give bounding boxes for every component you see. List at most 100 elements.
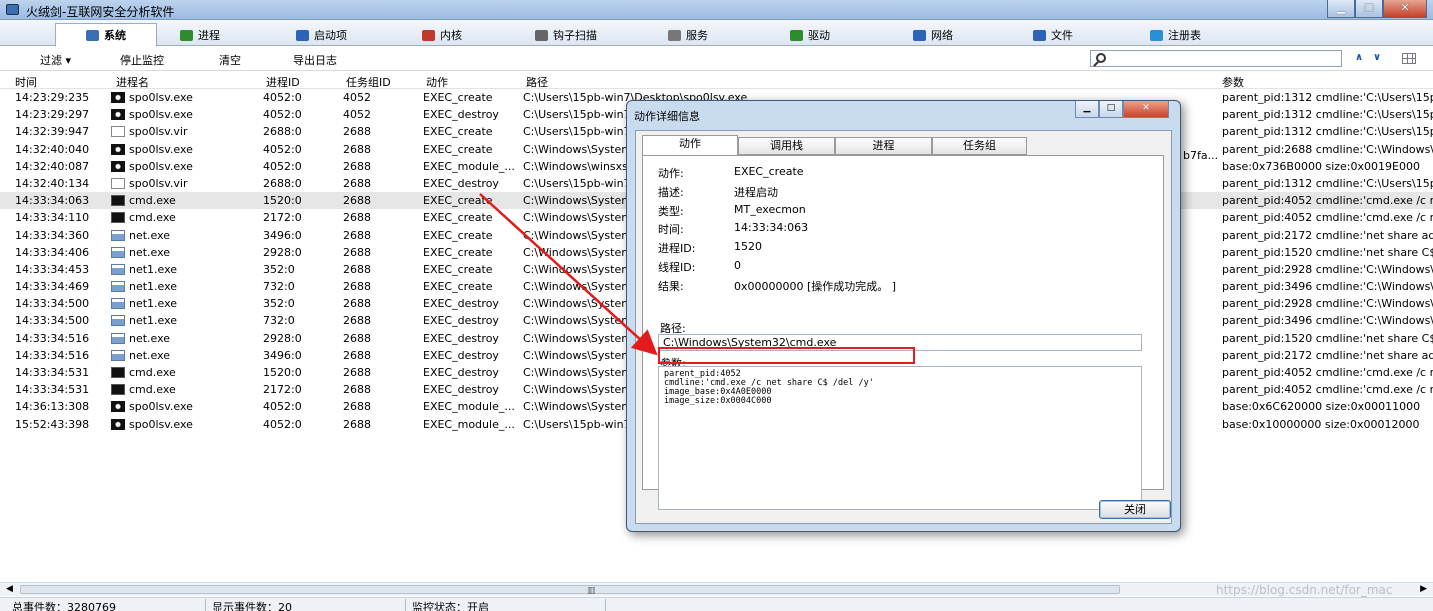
cell-process-name: spo0lsv.vir bbox=[129, 125, 188, 139]
cell-time: 14:23:29:297 bbox=[15, 108, 90, 122]
cell-action: EXEC_create bbox=[423, 211, 493, 225]
column-header-action[interactable]: 动作 bbox=[426, 74, 448, 90]
cell-action: EXEC_create bbox=[423, 142, 493, 156]
cell-time: 14:33:34:406 bbox=[15, 245, 90, 259]
cell-group-id: 2688 bbox=[343, 211, 371, 225]
cell-params: parent_pid:4052 cmdline:'cmd.exe /c net … bbox=[1222, 383, 1433, 397]
cell-group-id: 2688 bbox=[343, 280, 371, 294]
column-header-path[interactable]: 路径 bbox=[526, 74, 548, 90]
cell-action: EXEC_create bbox=[423, 280, 493, 294]
dialog-tab[interactable]: 进程 bbox=[835, 137, 932, 155]
dialog-tab[interactable]: 任务组 bbox=[932, 137, 1027, 155]
tab-startup[interactable]: 启动项 bbox=[296, 24, 347, 46]
search-prev-button[interactable]: ∧ bbox=[1355, 52, 1363, 63]
cell-time: 14:33:34:453 bbox=[15, 262, 90, 276]
tab-driver[interactable]: 驱动 bbox=[790, 24, 830, 46]
scroll-grip-icon: ▥ bbox=[587, 586, 596, 596]
field-value: 进程启动 bbox=[734, 185, 778, 199]
cell-process-name: cmd.exe bbox=[129, 211, 176, 225]
dialog-close-button[interactable]: 关闭 bbox=[1099, 500, 1171, 519]
tab-file[interactable]: 文件 bbox=[1033, 24, 1073, 46]
clear-button[interactable]: 清空 bbox=[219, 52, 241, 68]
cell-pid: 4052:0 bbox=[263, 142, 302, 156]
cell-process-name: spo0lsv.exe bbox=[129, 400, 193, 414]
cmd-icon bbox=[111, 212, 125, 224]
column-header-params[interactable]: 参数 bbox=[1222, 74, 1244, 90]
cell-action: EXEC_module_... bbox=[423, 159, 515, 173]
cell-action: EXEC_destroy bbox=[423, 176, 499, 190]
console-app-icon bbox=[111, 349, 125, 361]
panda-virus-icon bbox=[111, 160, 125, 172]
filter-dropdown[interactable]: 过滤 ▾ bbox=[40, 52, 71, 68]
column-header-time[interactable]: 时间 bbox=[15, 74, 37, 90]
dialog-minimize-button[interactable]: ▁ bbox=[1075, 101, 1099, 118]
cell-group-id: 2688 bbox=[343, 194, 371, 208]
status-separator bbox=[205, 599, 206, 611]
scroll-thumb[interactable]: ▥ bbox=[20, 585, 1120, 596]
toolbar: 过滤 ▾ 停止监控 清空 导出日志 ∧ ∨ bbox=[0, 47, 1433, 71]
tab-registry[interactable]: 注册表 bbox=[1150, 24, 1201, 46]
cell-process-name: cmd.exe bbox=[129, 194, 176, 208]
maximize-button[interactable]: □ bbox=[1355, 0, 1383, 18]
params-textarea[interactable]: parent_pid:4052 cmdline:'cmd.exe /c net s… bbox=[658, 366, 1142, 510]
dialog-tab[interactable]: 调用栈 bbox=[738, 137, 835, 155]
cell-process-name: net1.exe bbox=[129, 280, 178, 294]
cell-params: parent_pid:1312 cmdline:'C:\Users\15pb-w… bbox=[1222, 108, 1433, 122]
tab-monitor[interactable]: 系统 bbox=[55, 23, 157, 47]
cell-action: EXEC_destroy bbox=[423, 331, 499, 345]
cell-time: 14:33:34:516 bbox=[15, 348, 90, 362]
cell-pid: 1520:0 bbox=[263, 194, 302, 208]
shown-events: 显示事件数：20 bbox=[212, 601, 292, 611]
cell-pid: 732:0 bbox=[263, 314, 295, 328]
search-next-button[interactable]: ∨ bbox=[1373, 52, 1381, 63]
search-input[interactable] bbox=[1115, 51, 1335, 66]
column-header-pid[interactable]: 进程ID bbox=[266, 74, 300, 90]
field-value: 14:33:34:063 bbox=[734, 221, 809, 235]
cell-pid: 2688:0 bbox=[263, 125, 302, 139]
cell-process-name: spo0lsv.exe bbox=[129, 91, 193, 104]
columns-grid-icon[interactable] bbox=[1402, 53, 1416, 64]
kernel-icon bbox=[422, 29, 435, 41]
cell-pid: 732:0 bbox=[263, 280, 295, 294]
cell-pid: 4052:0 bbox=[263, 400, 302, 414]
console-app-icon bbox=[111, 246, 125, 258]
cell-params: parent_pid:4052 cmdline:'cmd.exe /c net … bbox=[1222, 211, 1433, 225]
scroll-left-icon[interactable]: ◀ bbox=[6, 584, 13, 594]
column-header-process-name[interactable]: 进程名 bbox=[116, 74, 149, 90]
tab-hook[interactable]: 钩子扫描 bbox=[535, 24, 597, 46]
minimize-button[interactable]: ▁ bbox=[1327, 0, 1355, 18]
cell-action: EXEC_destroy bbox=[423, 366, 499, 379]
cell-pid: 3496:0 bbox=[263, 228, 302, 242]
panda-virus-icon bbox=[111, 92, 125, 103]
dialog-tab[interactable]: 动作 bbox=[642, 135, 738, 156]
dialog-maximize-button[interactable]: □ bbox=[1099, 101, 1123, 118]
field-label: 类型: bbox=[658, 204, 684, 218]
dialog-close-x-button[interactable]: ✕ bbox=[1123, 101, 1169, 118]
cell-group-id: 4052 bbox=[343, 108, 371, 122]
windows-flag-icon bbox=[180, 29, 193, 41]
cell-time: 14:23:29:235 bbox=[15, 91, 90, 104]
tab-network[interactable]: 网络 bbox=[913, 24, 953, 46]
app-icon bbox=[6, 4, 19, 15]
cell-time: 14:33:34:063 bbox=[15, 194, 90, 208]
cell-group-id: 2688 bbox=[343, 297, 371, 311]
dialog-body: 动作 调用栈 进程 任务组 路径: C:\Windows\System32\cmd.e… bbox=[635, 130, 1172, 524]
cell-process-name: cmd.exe bbox=[129, 366, 176, 379]
tab-windows-flag[interactable]: 进程 bbox=[180, 24, 220, 46]
column-header-group-id[interactable]: 任务组ID bbox=[346, 74, 391, 90]
close-button[interactable]: ✕ bbox=[1383, 0, 1427, 18]
tab-kernel[interactable]: 内核 bbox=[422, 24, 462, 46]
cell-pid: 4052:0 bbox=[263, 159, 302, 173]
cell-action: EXEC_module_... bbox=[423, 400, 515, 414]
panda-virus-icon bbox=[111, 401, 125, 413]
tab-service[interactable]: 服务 bbox=[668, 24, 708, 46]
scroll-right-icon[interactable]: ▶ bbox=[1420, 584, 1427, 594]
action-detail-dialog: 动作详细信息 ▁ □ ✕ 动作 调用栈 进程 任务组 路径: C:\Windows\S… bbox=[626, 100, 1181, 532]
stop-monitor-button[interactable]: 停止监控 bbox=[120, 52, 164, 68]
export-log-button[interactable]: 导出日志 bbox=[293, 52, 337, 68]
cell-pid: 2928:0 bbox=[263, 245, 302, 259]
tab-label: 内核 bbox=[440, 29, 462, 42]
search-box bbox=[1090, 50, 1342, 67]
cell-time: 14:33:34:531 bbox=[15, 383, 90, 397]
field-label: 线程ID: bbox=[658, 261, 696, 274]
